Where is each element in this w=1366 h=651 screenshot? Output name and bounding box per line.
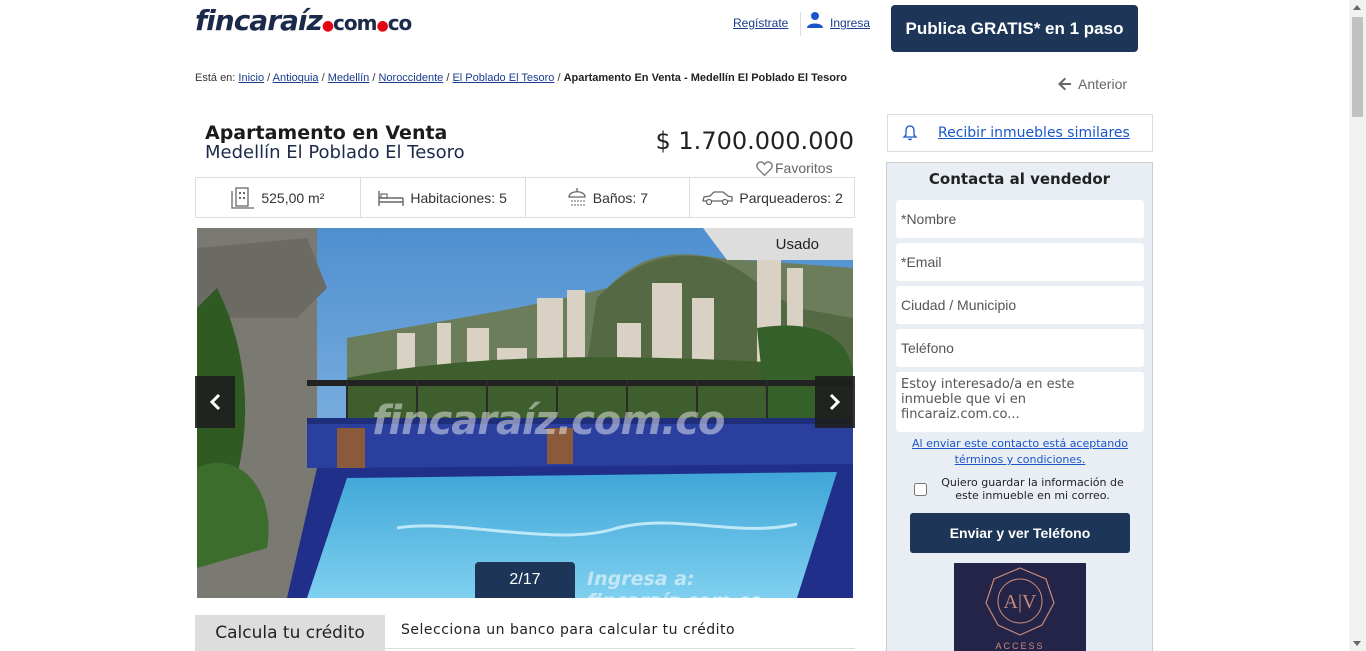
shower-icon — [568, 187, 586, 208]
bed-icon — [378, 190, 405, 206]
credit-prompt: Selecciona un banco para calcular tu cré… — [401, 622, 736, 638]
building-area-icon — [231, 186, 255, 209]
arrow-left-icon — [1058, 77, 1071, 91]
back-link[interactable]: Anterior — [1058, 76, 1127, 92]
chevron-left-icon — [209, 393, 221, 411]
save-info-label: Quiero guardar la información de este in… — [941, 476, 1124, 502]
parking-value: Parqueaderos: 2 — [739, 189, 843, 206]
breadcrumb-link-medellin[interactable]: Medellín — [328, 72, 370, 84]
logo-domain: com — [333, 11, 377, 35]
feature-area: 525,00 m² — [196, 178, 361, 217]
scroll-up-icon[interactable] — [1353, 5, 1361, 10]
scroll-down-icon[interactable] — [1353, 641, 1361, 646]
email-field[interactable] — [896, 243, 1144, 281]
logo-name: fincaraíz — [195, 4, 323, 37]
terms-link[interactable]: Al enviar este contacto está aceptando t… — [907, 436, 1133, 468]
feature-baths: Baños: 7 — [526, 178, 691, 217]
photo-watermark: fincaraíz.com.co — [372, 398, 725, 444]
save-info-checkbox[interactable] — [914, 477, 927, 502]
property-type: Apartamento en Venta — [205, 122, 448, 144]
login-link[interactable]: Ingresa — [830, 16, 870, 30]
chevron-right-icon — [829, 393, 841, 411]
photo-watermark-login: Ingresa a: fincaraíz.com.co — [587, 568, 762, 598]
header-divider — [800, 12, 801, 36]
similar-alert-box[interactable]: Recibir inmuebles similares — [887, 114, 1153, 152]
credit-divider — [385, 648, 855, 649]
breadcrumb-current: Apartamento En Venta - Medellín El Pobla… — [563, 72, 847, 84]
baths-value: Baños: 7 — [592, 189, 648, 206]
gallery-next-button[interactable] — [815, 376, 855, 428]
site-logo[interactable]: fincaraíz●com●co — [195, 4, 413, 37]
contact-title: Contacta al vendedor — [928, 170, 1111, 188]
breadcrumb-link-el-poblado[interactable]: El Poblado El Tesoro — [452, 72, 554, 84]
save-info-option[interactable]: Quiero guardar la información de este in… — [914, 476, 1136, 502]
city-field[interactable] — [896, 286, 1144, 324]
rooms-value: Habitaciones: 5 — [410, 189, 507, 206]
breadcrumb-link-inicio[interactable]: Inicio — [238, 72, 264, 84]
feature-rooms: Habitaciones: 5 — [361, 178, 526, 217]
user-icon — [807, 12, 823, 28]
breadcrumb-link-noroccidente[interactable]: Noroccidente — [378, 72, 443, 84]
similar-alert-link[interactable]: Recibir inmuebles similares — [938, 125, 1130, 141]
register-link[interactable]: Regístrate — [733, 16, 788, 30]
contact-form: Contacta al vendedor Al enviar este cont… — [886, 162, 1153, 651]
svg-text:ACCESS: ACCESS — [995, 641, 1044, 651]
breadcrumb-prefix: Está en: — [195, 72, 236, 84]
condition-badge: Usado — [703, 228, 853, 260]
logo-dot: ● — [321, 18, 334, 34]
logo-tld: co — [387, 11, 413, 35]
agency-logo[interactable]: A|V ACCESS INMOBILIARIA — [954, 563, 1086, 651]
features-row: 525,00 m² Habitaciones: 5 Baños: 7 Parqu… — [195, 177, 855, 218]
favorites-label: Favoritos — [775, 160, 833, 176]
svg-text:A|V: A|V — [1004, 591, 1037, 613]
breadcrumb: Está en: Inicio / Antioquia / Medellín /… — [195, 72, 847, 84]
back-label: Anterior — [1078, 76, 1128, 92]
favorites-button[interactable]: Favoritos — [756, 160, 833, 176]
gallery-prev-button[interactable] — [195, 376, 235, 428]
breadcrumb-link-antioquia[interactable]: Antioquia — [273, 72, 319, 84]
area-value: 525,00 m² — [261, 189, 325, 206]
message-field[interactable] — [896, 372, 1144, 432]
logo-dot: ● — [376, 18, 388, 34]
feature-parking: Parqueaderos: 2 — [690, 178, 854, 217]
credit-calculator-tab[interactable]: Calcula tu crédito — [195, 615, 385, 651]
name-field[interactable] — [896, 200, 1144, 238]
photo-gallery[interactable]: Usado fincaraíz.com.co Ingresa a: fincar… — [197, 228, 853, 598]
photo-counter: 2/17 — [475, 562, 575, 598]
publish-button[interactable]: Publica GRATIS* en 1 paso — [891, 5, 1138, 52]
car-icon — [702, 190, 734, 205]
property-price: $ 1.700.000.000 — [655, 127, 854, 155]
bell-icon — [902, 125, 918, 141]
send-button[interactable]: Enviar y ver Teléfono — [910, 513, 1130, 553]
page-scrollbar[interactable] — [1349, 0, 1366, 651]
scrollbar-thumb[interactable] — [1352, 17, 1363, 117]
heart-icon — [756, 160, 773, 176]
phone-field[interactable] — [896, 329, 1144, 367]
property-location: Medellín El Poblado El Tesoro — [205, 142, 465, 163]
